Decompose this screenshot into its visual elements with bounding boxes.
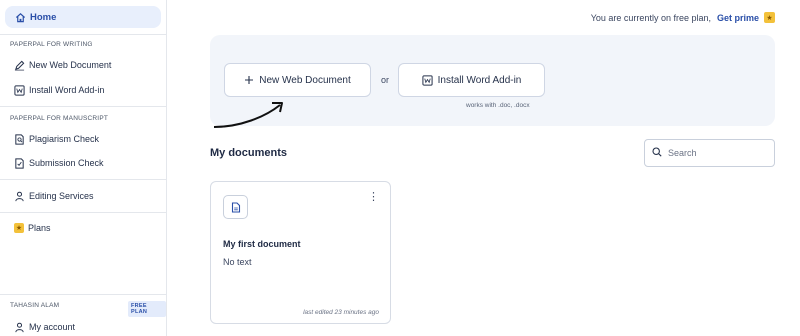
plan-status-text: You are currently on free plan, <box>590 12 711 23</box>
sidebar-item-label: Submission Check <box>29 158 104 168</box>
sidebar-item-label: Home <box>30 11 57 23</box>
sidebar-item-my-account[interactable]: My account <box>14 319 75 335</box>
new-web-document-label: New Web Document <box>259 74 351 86</box>
divider <box>0 294 167 295</box>
user-icon <box>14 322 25 333</box>
sidebar-item-home[interactable]: Home <box>5 6 161 28</box>
star-icon: ★ <box>14 223 24 233</box>
search-box[interactable] <box>644 139 775 167</box>
plagiarism-icon <box>14 133 25 145</box>
curved-arrow-icon <box>213 102 283 128</box>
word-addin-icon <box>14 84 25 96</box>
home-icon <box>15 12 26 23</box>
plan-status: You are currently on free plan, Get prim… <box>591 12 775 23</box>
section-label-manuscript: PAPERPAL FOR MANUSCRIPT <box>10 115 109 122</box>
my-documents-heading: My documents <box>210 147 288 159</box>
document-preview: No text <box>223 257 252 267</box>
sidebar-item-label: My account <box>29 322 76 332</box>
new-web-document-button[interactable]: New Web Document <box>224 63 371 97</box>
search-input[interactable] <box>668 148 763 158</box>
star-icon: ★ <box>764 12 775 23</box>
get-prime-link[interactable]: Get prime <box>717 13 759 23</box>
sidebar: Home PAPERPAL FOR WRITING New Web Docume… <box>0 0 167 336</box>
sidebar-item-label: Editing Services <box>29 191 94 201</box>
sidebar-item-label: Install Word Add-in <box>29 85 105 95</box>
divider <box>0 212 167 213</box>
divider <box>0 106 167 107</box>
file-format-hint: works with .doc, .docx <box>466 102 530 109</box>
word-addin-icon <box>422 74 433 86</box>
divider <box>0 179 167 180</box>
sidebar-item-editing-services[interactable]: Editing Services <box>14 188 94 204</box>
pen-icon <box>14 60 25 71</box>
submission-check-icon <box>14 157 25 169</box>
editor-person-icon <box>14 191 25 202</box>
sidebar-item-label: New Web Document <box>29 60 112 70</box>
document-card[interactable]: ⋮ My first document No text last edited … <box>210 181 391 324</box>
create-document-panel: New Web Document or Install Word Add-in … <box>210 35 775 128</box>
document-icon <box>223 195 248 219</box>
divider <box>0 34 167 35</box>
last-edited-timestamp: last edited 23 minutes ago <box>303 309 379 316</box>
sidebar-item-submission-check[interactable]: Submission Check <box>14 155 104 171</box>
sidebar-item-plagiarism-check[interactable]: Plagiarism Check <box>14 131 99 147</box>
sidebar-item-new-web-document[interactable]: New Web Document <box>14 57 111 73</box>
install-word-addin-button[interactable]: Install Word Add-in <box>398 63 545 97</box>
or-separator: or <box>381 75 390 85</box>
document-title: My first document <box>223 239 301 249</box>
section-label-writing: PAPERPAL FOR WRITING <box>10 41 93 48</box>
sidebar-item-label: Plans <box>28 223 51 233</box>
install-word-addin-label: Install Word Add-in <box>437 74 522 86</box>
plan-badge: FREE PLAN <box>128 301 166 317</box>
more-options-icon[interactable]: ⋮ <box>368 192 379 203</box>
sidebar-item-install-word-addin[interactable]: Install Word Add-in <box>14 82 104 98</box>
sidebar-item-label: Plagiarism Check <box>29 134 100 144</box>
search-icon <box>652 144 662 162</box>
plus-icon <box>244 75 254 85</box>
sidebar-item-plans[interactable]: ★ Plans <box>14 220 51 236</box>
user-name: TAHASIN ALAM <box>10 302 60 309</box>
